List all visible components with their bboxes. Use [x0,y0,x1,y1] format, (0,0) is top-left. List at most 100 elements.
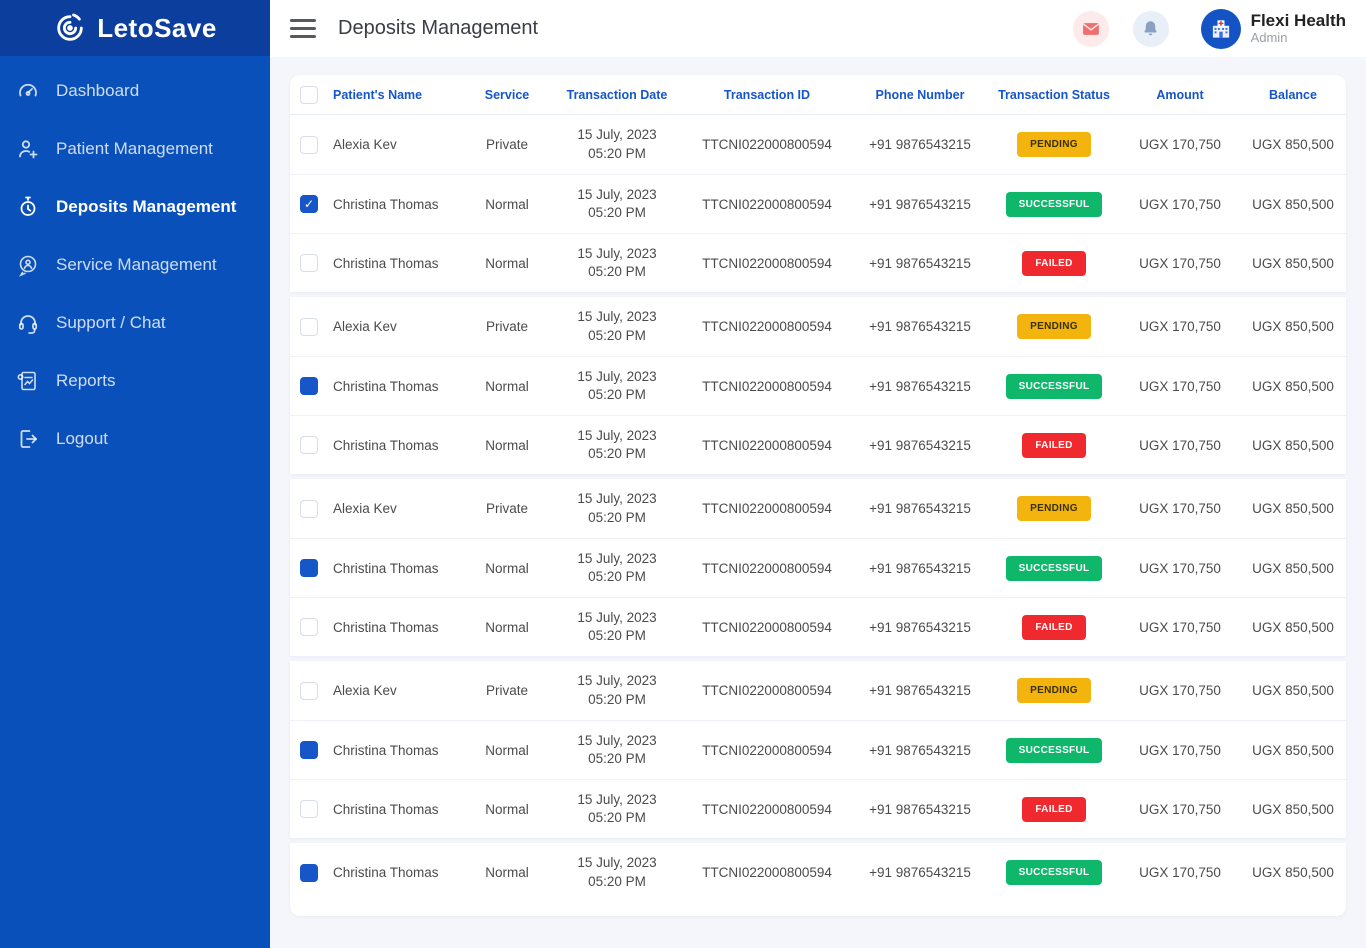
balance-cell: UGX 850,500 [1240,256,1346,271]
transaction-date-line2: 05:20 PM [552,750,682,768]
headset-icon [16,311,40,335]
transaction-date-line1: 15 July, 2023 [552,427,682,445]
row-checkbox[interactable] [300,618,318,636]
table-row: Christina Thomas Normal 15 July, 2023 05… [290,843,1346,902]
row-checkbox[interactable] [300,377,318,395]
transaction-date-cell: 15 July, 2023 05:20 PM [552,368,682,404]
patient-name-cell: Alexia Kev [328,319,462,334]
transaction-date-line1: 15 July, 2023 [552,854,682,872]
transaction-id-cell: TTCNI022000800594 [682,438,852,453]
amount-cell: UGX 170,750 [1120,561,1240,576]
sidebar-item-support-chat[interactable]: Support / Chat [0,294,270,352]
amount-cell: UGX 170,750 [1120,802,1240,817]
transaction-id-cell: TTCNI022000800594 [682,561,852,576]
notifications-button[interactable] [1133,11,1169,47]
transaction-id-cell: TTCNI022000800594 [682,256,852,271]
phone-number-cell: +91 9876543215 [852,501,988,516]
sidebar-item-service-management[interactable]: Service Management [0,236,270,294]
service-cell: Normal [462,256,552,271]
amount-cell: UGX 170,750 [1120,319,1240,334]
row-checkbox[interactable] [300,800,318,818]
column-header-amount: Amount [1120,88,1240,102]
patient-name-cell: Christina Thomas [328,743,462,758]
table-segment: Patient's Name Service Transaction Date … [290,75,1346,292]
table-segment: Alexia Kev Private 15 July, 2023 05:20 P… [290,479,1346,656]
balance-cell: UGX 850,500 [1240,743,1346,758]
column-header-phone-number: Phone Number [852,88,988,102]
status-badge: SUCCESSFUL [1006,738,1103,763]
amount-cell: UGX 170,750 [1120,137,1240,152]
balance-cell: UGX 850,500 [1240,683,1346,698]
transaction-date-cell: 15 July, 2023 05:20 PM [552,490,682,526]
brand-name: LetoSave [97,13,217,44]
row-checkbox[interactable] [300,136,318,154]
status-badge: PENDING [1017,132,1091,157]
row-checkbox[interactable] [300,254,318,272]
sidebar-item-deposits-management[interactable]: Deposits Management [0,178,270,236]
gauge-icon [16,79,40,103]
amount-cell: UGX 170,750 [1120,438,1240,453]
phone-number-cell: +91 9876543215 [852,561,988,576]
transaction-date-line2: 05:20 PM [552,145,682,163]
patient-name-cell: Christina Thomas [328,379,462,394]
sidebar-item-logout[interactable]: Logout [0,410,270,468]
sidebar-item-patient-management[interactable]: Patient Management [0,120,270,178]
service-person-icon [16,253,40,277]
transaction-date-line1: 15 July, 2023 [552,672,682,690]
transaction-id-cell: TTCNI022000800594 [682,319,852,334]
transaction-date-cell: 15 July, 2023 05:20 PM [552,609,682,645]
sidebar-item-dashboard[interactable]: Dashboard [0,62,270,120]
letosave-swirl-icon [53,11,87,45]
row-checkbox[interactable] [300,500,318,518]
transaction-date-line1: 15 July, 2023 [552,732,682,750]
transaction-date-line1: 15 July, 2023 [552,490,682,508]
sidebar-item-reports[interactable]: Reports [0,352,270,410]
transaction-id-cell: TTCNI022000800594 [682,501,852,516]
header-actions: Flexi Health Admin [1073,9,1346,49]
mail-button[interactable] [1073,11,1109,47]
mail-icon [1081,19,1101,39]
row-checkbox[interactable] [300,864,318,882]
transaction-id-cell: TTCNI022000800594 [682,137,852,152]
amount-cell: UGX 170,750 [1120,379,1240,394]
row-checkbox[interactable] [300,195,318,213]
balance-cell: UGX 850,500 [1240,501,1346,516]
phone-number-cell: +91 9876543215 [852,137,988,152]
select-all-checkbox[interactable] [300,86,318,104]
transaction-date-line2: 05:20 PM [552,809,682,827]
patient-name-cell: Alexia Kev [328,683,462,698]
balance-cell: UGX 850,500 [1240,137,1346,152]
balance-cell: UGX 850,500 [1240,197,1346,212]
row-checkbox[interactable] [300,436,318,454]
transaction-date-line2: 05:20 PM [552,509,682,527]
column-header-patients-name: Patient's Name [328,88,462,102]
table-row: Christina Thomas Normal 15 July, 2023 05… [290,174,1346,233]
row-checkbox[interactable] [300,318,318,336]
sidebar-item-label: Patient Management [56,139,213,159]
logo-bar: LetoSave [0,0,270,56]
phone-number-cell: +91 9876543215 [852,197,988,212]
table-row: Christina Thomas Normal 15 July, 2023 05… [290,597,1346,656]
user-avatar[interactable] [1201,9,1241,49]
hamburger-icon[interactable] [290,19,316,38]
balance-cell: UGX 850,500 [1240,438,1346,453]
transaction-date-line2: 05:20 PM [552,568,682,586]
row-checkbox[interactable] [300,559,318,577]
service-cell: Normal [462,743,552,758]
table-header-row: Patient's Name Service Transaction Date … [290,75,1346,115]
balance-cell: UGX 850,500 [1240,865,1346,880]
amount-cell: UGX 170,750 [1120,683,1240,698]
row-checkbox[interactable] [300,682,318,700]
status-badge: PENDING [1017,314,1091,339]
transaction-date-line1: 15 July, 2023 [552,126,682,144]
transaction-date-cell: 15 July, 2023 05:20 PM [552,672,682,708]
user-info: Flexi Health Admin [1251,11,1346,45]
status-badge: SUCCESSFUL [1006,374,1103,399]
status-badge: PENDING [1017,678,1091,703]
row-checkbox[interactable] [300,741,318,759]
patient-name-cell: Christina Thomas [328,256,462,271]
patient-name-cell: Christina Thomas [328,620,462,635]
transaction-date-line1: 15 July, 2023 [552,791,682,809]
status-badge: FAILED [1022,251,1085,276]
transaction-date-line1: 15 July, 2023 [552,368,682,386]
